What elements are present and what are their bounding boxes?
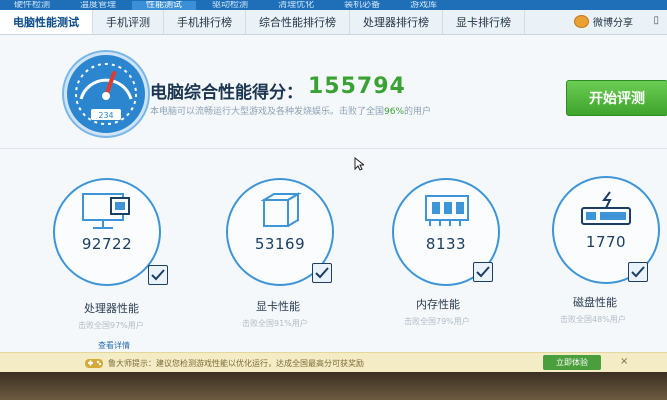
score-desc-percent: 96% <box>384 107 405 117</box>
score-desc-before: 本电脑可以流畅运行大型游戏及各种发烧娱乐。击败了全国 <box>150 107 385 117</box>
desk-background <box>0 372 667 400</box>
cpu-sub: 击败全国97%用户 <box>78 321 144 330</box>
ram-sub: 击败全国79%用户 <box>404 317 470 326</box>
gpu-sub: 击败全国91%用户 <box>242 319 308 328</box>
cpu-score-value: 92722 <box>81 235 133 253</box>
tab-cpu-ranking[interactable]: 处理器排行榜 <box>350 10 443 34</box>
top-nav-driver[interactable]: 驱动检测 <box>198 1 262 10</box>
gamepad-icon <box>85 359 103 368</box>
tab-phone-ranking[interactable]: 手机排行榜 <box>164 10 246 34</box>
top-nav: 硬件检测 温度管理 性能测试 驱动检测 清理优化 装机必备 游戏库 <box>0 0 667 10</box>
score-desc-after: 的用户 <box>404 107 432 117</box>
gpu-score-value: 53169 <box>254 235 306 253</box>
speedometer-icon: 234 <box>64 52 148 136</box>
disk-drive-icon <box>581 191 631 225</box>
ram-chip-icon <box>425 195 469 226</box>
monitor-chip-icon <box>82 193 130 229</box>
ram-check-icon <box>473 262 493 282</box>
try-now-button[interactable]: 立即体验 <box>543 355 601 370</box>
tab-phone-review[interactable]: 手机评测 <box>93 10 164 34</box>
section-divider <box>0 148 667 149</box>
score-description: 本电脑可以流畅运行大型游戏及各种发烧娱乐。击败了全国96%的用户 <box>150 104 431 117</box>
disk-sub: 击败全国48%用户 <box>560 315 626 324</box>
weibo-icon <box>574 15 589 28</box>
disk-check-icon <box>628 262 648 282</box>
cpu-score-circle[interactable]: 92722 <box>53 178 161 286</box>
cpu-detail-link[interactable]: 查看详情 <box>98 340 130 351</box>
top-nav-temperature[interactable]: 温度管理 <box>66 1 130 10</box>
tab-overall-ranking[interactable]: 综合性能排行榜 <box>246 10 350 34</box>
tab-pc-test[interactable]: 电脑性能测试 <box>0 10 93 34</box>
disk-label: 磁盘性能 <box>573 296 617 309</box>
gauge-readout: 234 <box>98 111 113 120</box>
gpu-label: 显卡性能 <box>256 300 300 313</box>
ram-score-value: 8133 <box>425 235 467 253</box>
close-tip-button[interactable]: × <box>620 356 628 367</box>
mouse-cursor-icon <box>354 157 364 171</box>
disk-score-value: 1770 <box>585 233 627 251</box>
top-nav-performance[interactable]: 性能测试 <box>132 1 197 10</box>
tab-bar: 电脑性能测试 手机评测 手机排行榜 综合性能排行榜 处理器排行榜 显卡排行榜 微… <box>0 10 667 35</box>
tip-bar: 鲁大师提示：建议您检测游戏性能以优化运行，达成全国最高分可获奖励 立即体验 × <box>0 352 667 372</box>
cpu-check-icon <box>148 265 168 285</box>
tip-text: 鲁大师提示：建议您检测游戏性能以优化运行，达成全国最高分可获奖励 <box>108 359 364 368</box>
top-nav-games[interactable]: 游戏库 <box>396 1 451 10</box>
gpu-check-icon <box>312 263 332 283</box>
page-icon[interactable]: ▯ <box>653 15 659 26</box>
start-test-button[interactable]: 开始评测 <box>566 80 667 116</box>
cpu-label: 处理器性能 <box>84 302 139 315</box>
tab-gpu-ranking[interactable]: 显卡排行榜 <box>443 10 525 34</box>
ram-label: 内存性能 <box>416 298 460 311</box>
weibo-share-button[interactable]: 微博分享 <box>574 14 633 29</box>
top-nav-cleanup[interactable]: 清理优化 <box>264 1 328 10</box>
top-nav-essentials[interactable]: 装机必备 <box>330 1 394 10</box>
weibo-share-label: 微博分享 <box>593 18 633 29</box>
top-nav-hardware[interactable]: 硬件检测 <box>0 1 64 10</box>
app-window: 硬件检测 温度管理 性能测试 驱动检测 清理优化 装机必备 游戏库 电脑性能测试… <box>0 0 667 372</box>
overall-score: 155794 <box>308 74 406 99</box>
cube-icon <box>260 192 302 227</box>
score-title: 电脑综合性能得分： <box>150 83 303 103</box>
